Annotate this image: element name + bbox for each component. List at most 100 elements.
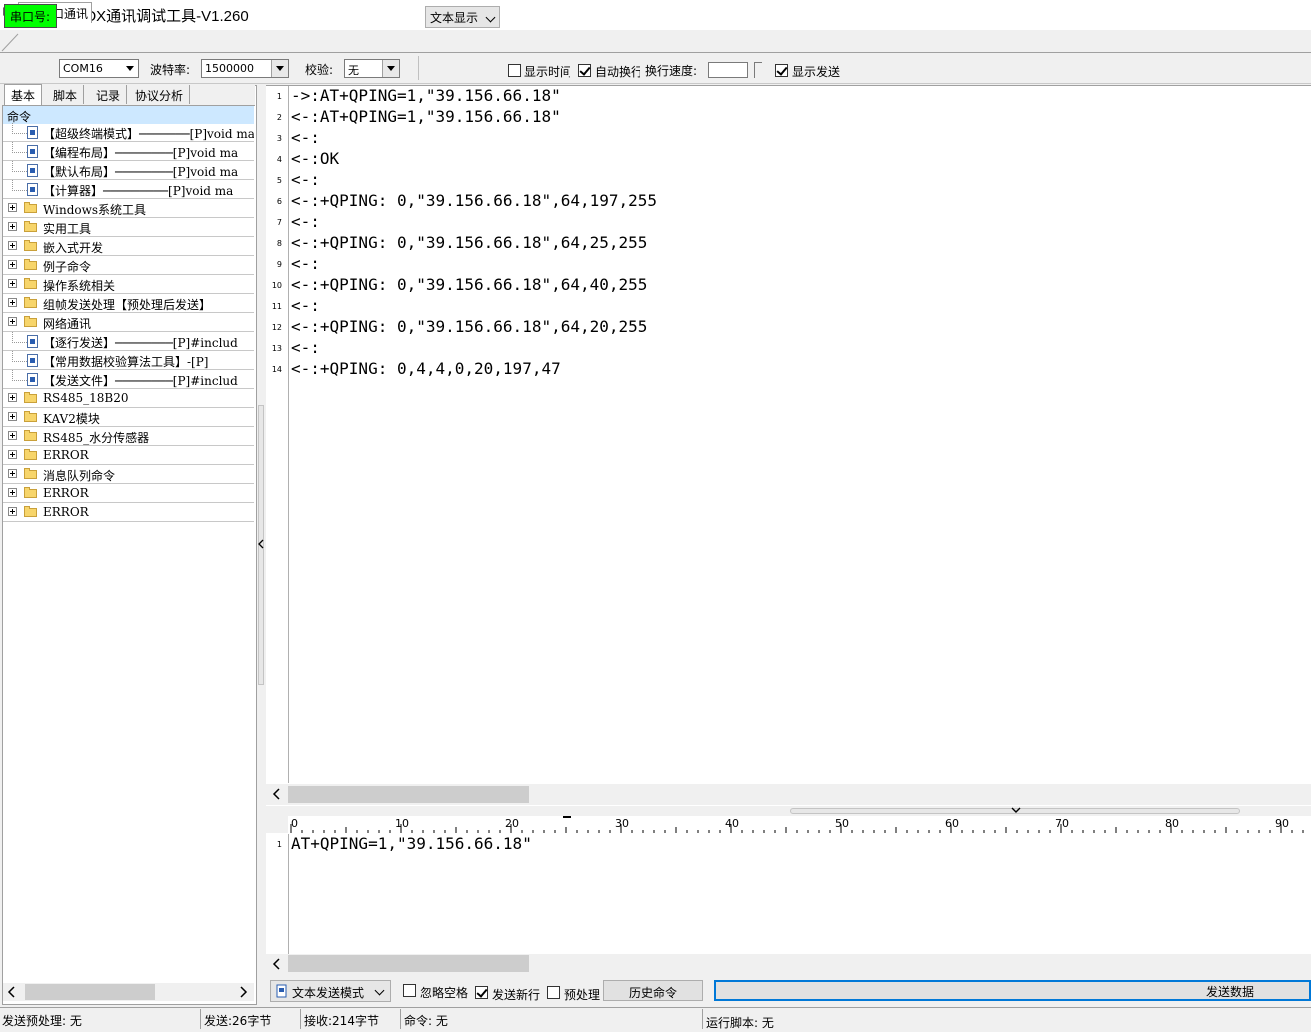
wrap-speed-spinner[interactable] [754, 62, 762, 78]
tree-command-item[interactable]: 【计算器】─────────[P]void ma [3, 180, 254, 199]
send-mode-select[interactable]: 文本发送模式 [270, 980, 391, 1002]
expand-icon[interactable] [8, 203, 17, 212]
tree-item-label: 消息队列命令 [43, 469, 116, 483]
send-area[interactable] [266, 833, 1311, 973]
tree-folder-item[interactable]: 嵌入式开发 [3, 237, 254, 256]
scroll-left-icon[interactable] [7, 986, 17, 998]
expand-icon[interactable] [8, 431, 17, 440]
collapse-left-icon[interactable] [258, 538, 264, 550]
send-data-label: 发送数据 [1206, 985, 1255, 999]
expand-icon[interactable] [8, 507, 17, 516]
tree-item-label: 【默认布局】────────[P]void ma [43, 165, 239, 179]
port-select[interactable]: COM16 [59, 59, 139, 78]
port-label: 串口号: [10, 10, 51, 24]
expand-icon[interactable] [8, 393, 17, 402]
send-scroll-thumb[interactable] [288, 955, 529, 972]
line-number: 1 [276, 92, 282, 101]
script-file-icon [27, 335, 38, 348]
ruler-number: 40 [725, 817, 739, 830]
send-data-button[interactable]: 发送数据 [714, 980, 1311, 1001]
expand-icon[interactable] [8, 222, 17, 231]
tab-strip-divider [1, 33, 19, 52]
folder-icon [24, 468, 37, 479]
tree-folder-item[interactable]: Windows系统工具 [3, 199, 254, 218]
expand-icon[interactable] [8, 279, 17, 288]
line-number: 8 [276, 239, 282, 248]
expand-icon[interactable] [8, 317, 17, 326]
tree-folder-item[interactable]: RS485_18B20 [3, 389, 254, 408]
tree-folder-item[interactable]: 例子命令 [3, 256, 254, 275]
port-button[interactable]: 串口号: [4, 4, 57, 28]
collapse-down-icon[interactable] [1010, 807, 1022, 815]
tree-command-item[interactable]: 【编程布局】────────[P]void ma [3, 142, 254, 161]
tree-item-label: ERROR [43, 505, 89, 519]
show-time-checkbox[interactable] [508, 64, 521, 77]
receive-line: <-: [291, 170, 320, 189]
tree-folder-item[interactable]: 实用工具 [3, 218, 254, 237]
receive-line: <-:+QPING: 0,"39.156.66.18",64,25,255 [291, 233, 648, 252]
ruler-number: 20 [505, 817, 519, 830]
column-ruler [288, 816, 1311, 834]
expand-icon[interactable] [8, 412, 17, 421]
expand-icon[interactable] [8, 450, 17, 459]
show-send-checkbox[interactable] [775, 64, 788, 77]
scroll-right-icon[interactable] [238, 986, 248, 998]
tree-folder-item[interactable]: RS485_水分传感器 [3, 427, 254, 446]
tree-command-item[interactable]: 【常用数据校验算法工具】-[P] [3, 351, 254, 370]
chevron-down-icon [485, 12, 496, 23]
parity-select[interactable]: 无 [344, 59, 400, 78]
tab-script[interactable]: 脚本 [47, 85, 85, 104]
history-button[interactable]: 历史命令 [603, 980, 703, 1001]
folder-icon [24, 221, 37, 232]
tree-folder-item[interactable]: 组帧发送处理【预处理后发送】 [3, 294, 254, 313]
line-number: 11 [271, 302, 282, 311]
parity-value: 无 [348, 64, 359, 77]
send-newline-checkbox[interactable] [475, 986, 488, 999]
left-scroll-thumb[interactable] [25, 984, 155, 1000]
ignore-space-checkbox[interactable] [403, 984, 416, 997]
tree-folder-item[interactable]: ERROR [3, 446, 254, 465]
receive-line-gutter [266, 86, 289, 783]
display-mode-select[interactable]: 文本显示 [425, 6, 500, 28]
tree-item-label: RS485_18B20 [43, 391, 129, 405]
receive-line: <-:+QPING: 0,"39.156.66.18",64,197,255 [291, 191, 658, 210]
expand-icon[interactable] [8, 298, 17, 307]
tree-item-label: 【逐行发送】────────[P]#includ [43, 336, 238, 350]
tree-item-label: 【超级终端模式】───────[P]void ma [43, 127, 254, 141]
tab-protocol[interactable]: 协议分析 [129, 85, 191, 104]
tab-record[interactable]: 记录 [90, 85, 128, 104]
expand-icon[interactable] [8, 488, 17, 497]
tree-folder-item[interactable]: ERROR [3, 503, 254, 522]
tree-folder-item[interactable]: 消息队列命令 [3, 465, 254, 484]
tree-connector [12, 123, 27, 134]
tree-header[interactable]: 命令 [3, 106, 254, 124]
tree-folder-item[interactable]: 操作系统相关 [3, 275, 254, 294]
expand-icon[interactable] [8, 469, 17, 478]
tree-item-label: ERROR [43, 448, 89, 462]
tab-basic[interactable]: 基本 [4, 84, 43, 105]
receive-scroll-thumb[interactable] [288, 786, 529, 803]
expand-icon[interactable] [8, 260, 17, 269]
status-command: 命令: 无 [404, 1014, 448, 1028]
tree-command-item[interactable]: 【超级终端模式】───────[P]void ma [3, 123, 254, 142]
ruler-number: 30 [615, 817, 629, 830]
tree-item-label: 操作系统相关 [43, 279, 116, 293]
tree-command-item[interactable]: 【发送文件】────────[P]#includ [3, 370, 254, 389]
tree-folder-item[interactable]: ERROR [3, 484, 254, 503]
preprocess-checkbox[interactable] [547, 986, 560, 999]
tree-folder-item[interactable]: KAV2模块 [3, 408, 254, 427]
expand-icon[interactable] [8, 241, 17, 250]
tree-command-item[interactable]: 【默认布局】────────[P]void ma [3, 161, 254, 180]
tree-item-label: 【常用数据校验算法工具】-[P] [43, 355, 209, 369]
scroll-left-icon[interactable] [272, 958, 282, 970]
tree-folder-item[interactable]: 网络通讯 [3, 313, 254, 332]
tree-command-item[interactable]: 【逐行发送】────────[P]#includ [3, 332, 254, 351]
receive-line: <-: [291, 254, 320, 273]
wrap-speed-input[interactable] [708, 62, 748, 78]
status-separator [300, 1009, 301, 1029]
scroll-left-icon[interactable] [272, 788, 282, 800]
auto-wrap-checkbox[interactable] [578, 64, 591, 77]
auto-wrap-label: 自动换行 [595, 65, 640, 79]
baud-select[interactable]: 1500000 [201, 59, 289, 78]
folder-icon [24, 392, 37, 403]
